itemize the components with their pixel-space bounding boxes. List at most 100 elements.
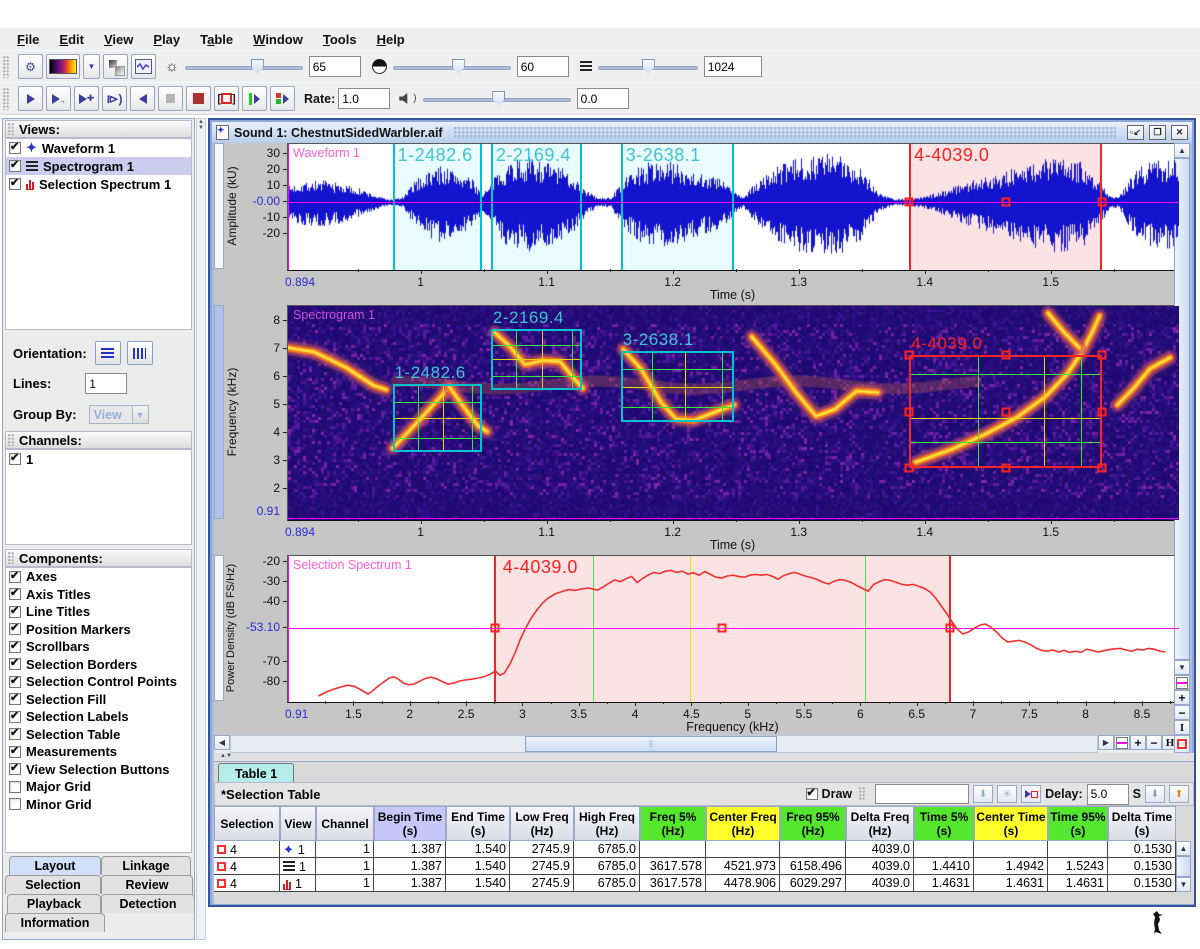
cell-value[interactable]: 6029.297 bbox=[780, 875, 846, 892]
promote-button[interactable]: ⬆ bbox=[1169, 785, 1189, 803]
delay-field[interactable] bbox=[1086, 783, 1129, 805]
component-selection-table[interactable]: Selection Table bbox=[6, 726, 191, 744]
table-scroll-down-button[interactable]: ▼ bbox=[1176, 877, 1191, 892]
play-button[interactable] bbox=[18, 86, 43, 111]
cell-value[interactable]: 6158.496 bbox=[780, 858, 846, 875]
play-selection-button[interactable]: [] bbox=[214, 86, 239, 111]
brightness-slider[interactable] bbox=[184, 58, 303, 76]
component-axis-titles[interactable]: Axis Titles bbox=[6, 586, 191, 604]
menu-item-table[interactable]: Table bbox=[191, 30, 242, 49]
view-checkbox[interactable] bbox=[9, 140, 21, 154]
orientation-horizontal-button[interactable] bbox=[94, 341, 121, 365]
component-minor-grid[interactable]: Minor Grid bbox=[6, 796, 191, 814]
tab-selection[interactable]: Selection bbox=[5, 875, 101, 894]
zoom-in-time-button[interactable]: + bbox=[1130, 735, 1146, 750]
component-major-grid[interactable]: Major Grid bbox=[6, 778, 191, 796]
scroll-right-button[interactable]: ▶ bbox=[1098, 735, 1114, 750]
cell-value[interactable]: 0.1530 bbox=[1108, 841, 1176, 858]
cell-channel[interactable]: 1 bbox=[316, 858, 374, 875]
menu-item-window[interactable]: Window bbox=[244, 30, 312, 49]
tab-layout[interactable]: Layout bbox=[9, 856, 101, 875]
component-selection-fill[interactable]: Selection Fill bbox=[6, 691, 191, 709]
cell-value[interactable] bbox=[706, 841, 780, 858]
panel-grip[interactable] bbox=[8, 434, 15, 446]
orientation-vertical-button[interactable] bbox=[126, 341, 153, 365]
selection-control-point[interactable] bbox=[1001, 197, 1011, 207]
play-page-button[interactable] bbox=[242, 86, 267, 111]
cell-value[interactable]: 1.540 bbox=[446, 858, 510, 875]
cell-view[interactable]: 1 bbox=[280, 858, 316, 875]
play-part-button[interactable]: ., bbox=[46, 86, 71, 111]
menu-item-edit[interactable]: Edit bbox=[50, 30, 93, 49]
cell-channel[interactable]: 1 bbox=[316, 841, 374, 858]
selection-control-point[interactable] bbox=[1001, 350, 1011, 360]
play-video-button[interactable] bbox=[186, 86, 211, 111]
selection-border[interactable] bbox=[490, 144, 493, 270]
cell-value[interactable] bbox=[640, 841, 706, 858]
component-checkbox[interactable] bbox=[9, 798, 21, 811]
group-by-dropdown-arrow[interactable]: ▼ bbox=[132, 405, 149, 424]
spectrogram-options-button[interactable] bbox=[131, 54, 156, 79]
selection-control-point[interactable] bbox=[490, 623, 500, 633]
column-header-time-5%[interactable]: Time 5% (s) bbox=[914, 806, 974, 841]
selection-border[interactable] bbox=[392, 144, 395, 270]
component-position-markers[interactable]: Position Markers bbox=[6, 621, 191, 639]
column-header-low-freq[interactable]: Low Freq (Hz) bbox=[510, 806, 574, 841]
toolbar-drag-grip[interactable] bbox=[3, 87, 10, 110]
column-header-view[interactable]: View bbox=[280, 806, 316, 841]
column-header-delta-time[interactable]: Delta Time (s) bbox=[1108, 806, 1176, 841]
component-scrollbars[interactable]: Scrollbars bbox=[6, 638, 191, 656]
column-header-freq-95%[interactable]: Freq 95% (Hz) bbox=[780, 806, 846, 841]
close-button[interactable]: ✕ bbox=[1171, 125, 1188, 140]
toolbar-drag-grip[interactable] bbox=[3, 55, 10, 78]
volume-slider[interactable] bbox=[422, 90, 571, 108]
selection-control-point[interactable] bbox=[1097, 463, 1107, 473]
selection-control-point[interactable] bbox=[904, 350, 914, 360]
component-selection-labels[interactable]: Selection Labels bbox=[6, 708, 191, 726]
component-checkbox[interactable] bbox=[9, 780, 21, 793]
component-checkbox[interactable] bbox=[9, 691, 21, 706]
sidebar-scrollbar[interactable]: ▲ ▼ bbox=[196, 118, 206, 940]
selection-box-1[interactable] bbox=[392, 384, 483, 453]
component-checkbox[interactable] bbox=[9, 709, 21, 723]
cell-view[interactable]: 1 bbox=[280, 875, 316, 892]
cell-value[interactable]: 4039.0 bbox=[846, 858, 914, 875]
panel-grip[interactable] bbox=[8, 123, 15, 135]
sidebar-view-spectrogram-1[interactable]: Spectrogram 1 bbox=[6, 157, 191, 175]
cell-selection[interactable]: 4 bbox=[214, 841, 280, 858]
cell-value[interactable]: 1.4631 bbox=[1048, 875, 1108, 892]
selection-border[interactable] bbox=[480, 144, 483, 270]
component-checkbox[interactable] bbox=[9, 569, 21, 583]
component-measurements[interactable]: Measurements bbox=[6, 743, 191, 761]
channel-checkbox[interactable] bbox=[9, 451, 21, 465]
view-checkbox[interactable] bbox=[9, 158, 21, 172]
default-zoom-button[interactable] bbox=[1114, 735, 1130, 750]
selection-color-button[interactable] bbox=[1174, 735, 1190, 753]
selection-control-point[interactable] bbox=[904, 463, 914, 473]
view-checkbox[interactable] bbox=[9, 176, 21, 190]
selection-control-point[interactable] bbox=[1097, 350, 1107, 360]
cell-selection[interactable]: 4 bbox=[214, 875, 280, 892]
selection-spectrum-plot[interactable]: Selection Spectrum 1 4-4039.0 bbox=[287, 555, 1180, 703]
selection-control-point[interactable] bbox=[945, 623, 955, 633]
panel-grip[interactable] bbox=[8, 552, 15, 564]
cell-value[interactable] bbox=[780, 841, 846, 858]
table-row[interactable]: 4 1 1 1.387 1.540 2745.9 6785.0 3617.578 4478.90… bbox=[214, 875, 1176, 892]
waveform-view-selection-button[interactable] bbox=[214, 143, 224, 269]
lines-field[interactable] bbox=[85, 373, 128, 394]
cell-value[interactable]: 4478.906 bbox=[706, 875, 780, 892]
snap-button[interactable]: ✳ bbox=[997, 785, 1018, 803]
brightness-value-field[interactable] bbox=[308, 56, 361, 77]
cell-value[interactable]: 2745.9 bbox=[510, 858, 574, 875]
component-checkbox[interactable] bbox=[9, 604, 21, 618]
selection-control-point[interactable] bbox=[1001, 463, 1011, 473]
sidebar-view-selection-spectrum-1[interactable]: Selection Spectrum 1 bbox=[6, 175, 191, 193]
cell-value[interactable]: 3617.578 bbox=[640, 858, 706, 875]
demote-button[interactable]: ⬇ bbox=[1145, 785, 1165, 803]
table-row[interactable]: 4 ✦ 1 1 1.387 1.540 2745.9 6785.0 4039.0 0.1530 bbox=[214, 841, 1176, 858]
tab-linkage[interactable]: Linkage bbox=[101, 856, 191, 875]
selection-control-point[interactable] bbox=[1001, 407, 1011, 417]
selection-box-3[interactable] bbox=[620, 351, 735, 422]
play-reverse-button[interactable] bbox=[130, 86, 155, 111]
window-size-field[interactable] bbox=[703, 56, 762, 77]
